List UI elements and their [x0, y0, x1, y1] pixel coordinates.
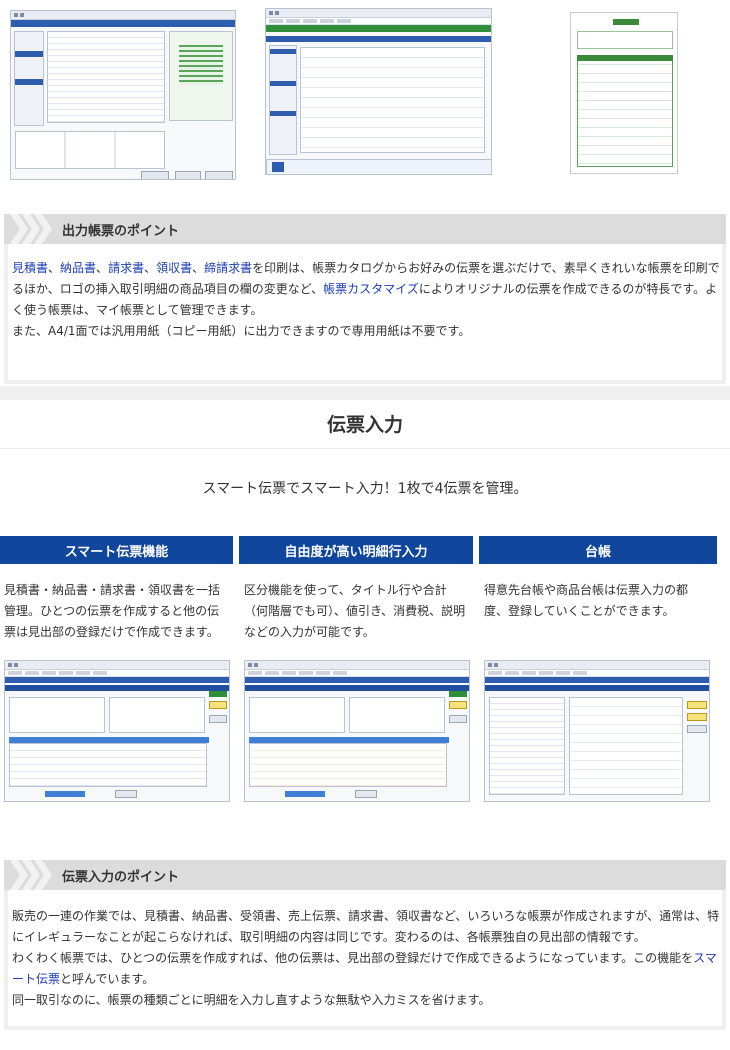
feature-description: 区分機能を使って、タイトル行や合計（何階層でも可）、値引き、消費税、説明などの入…	[244, 583, 466, 639]
point-title: 伝票入力のポイント	[62, 869, 180, 885]
link-delivery-note[interactable]: 納品書	[60, 261, 96, 275]
output-forms-point-header: 出力帳票のポイント	[4, 214, 726, 244]
link-estimate[interactable]: 見積書	[12, 261, 48, 275]
point-paragraph: 販売の一連の作業では、見積書、納品書、受領書、売上伝票、請求書、領収書など、いろ…	[12, 909, 720, 944]
feature-header-smart-slip: スマート伝票機能	[0, 536, 233, 564]
screenshot-detail-input	[244, 660, 470, 802]
output-forms-point-body: 見積書、納品書、請求書、領収書、締請求書を印刷は、帳票カタログからお好みの伝票を…	[4, 244, 726, 384]
screenshot-smart-slip	[4, 660, 230, 802]
point-paragraph: 見積書、納品書、請求書、領収書、締請求書を印刷は、帳票カタログからお好みの伝票を…	[12, 261, 720, 317]
point-paragraph-2: また、A4/1面では汎用用紙（コピー用紙）に出力できますので専用用紙は不要です。	[12, 324, 471, 338]
section-rule	[0, 448, 730, 449]
link-receipt[interactable]: 領収書	[156, 261, 192, 275]
section-title: 伝票入力	[326, 414, 403, 436]
link-invoice[interactable]: 請求書	[108, 261, 144, 275]
point-paragraph-3: 同一取引なのに、帳票の種類ごとに明細を入力し直すような無駄や入力ミスを省けます。	[12, 993, 491, 1007]
feature-header-detail-input: 自由度が高い明細行入力	[239, 536, 473, 564]
slip-input-point-header: 伝票入力のポイント	[4, 860, 726, 890]
screenshot-printed-form	[570, 12, 678, 174]
section-divider	[0, 386, 730, 400]
screenshot-ledger	[484, 660, 710, 802]
section-subtitle: スマート伝票でスマート入力！1枚で4伝票を管理。	[202, 481, 528, 497]
screenshot-customer-window	[265, 8, 492, 175]
link-closing-invoice[interactable]: 締請求書	[204, 261, 252, 275]
chevron-icon	[10, 860, 62, 890]
point-title: 出力帳票のポイント	[62, 223, 180, 239]
link-form-customize[interactable]: 帳票カスタマイズ	[323, 282, 419, 296]
feature-description: 得意先台帳や商品台帳は伝票入力の都度、登録していくことができます。	[484, 583, 689, 618]
point-paragraph-2: わくわく帳票では、ひとつの伝票を作成すれば、他の伝票は、見出部の登録だけで作成で…	[12, 951, 717, 986]
feature-header-ledger: 台帳	[479, 536, 717, 564]
screenshot-print-dialog	[10, 10, 236, 180]
feature-description: 見積書・納品書・請求書・領収書を一括管理。ひとつの伝票を作成すると他の伝票は見出…	[4, 583, 221, 639]
slip-input-point-body: 販売の一連の作業では、見積書、納品書、受領書、売上伝票、請求書、領収書など、いろ…	[4, 890, 726, 1030]
chevron-icon	[10, 214, 62, 244]
